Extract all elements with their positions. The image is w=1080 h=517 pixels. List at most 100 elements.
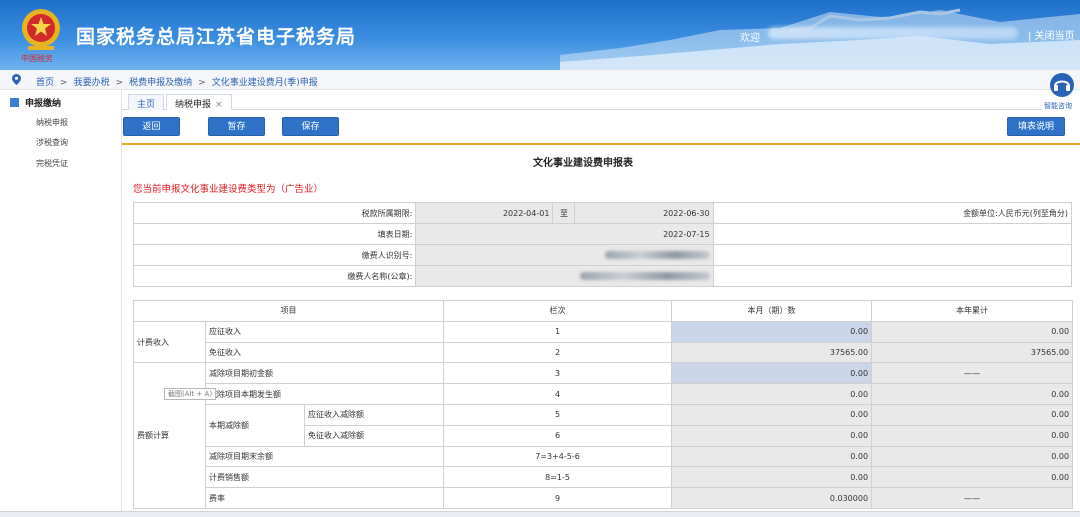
empty-cell — [712, 223, 1073, 245]
row-ytd: 0.00 — [871, 383, 1074, 405]
redacted-user-name — [768, 27, 1018, 39]
row-line: 2 — [443, 341, 673, 364]
period-to-field[interactable]: 2022-06-30 — [574, 202, 714, 224]
breadcrumb-separator: > — [115, 78, 124, 88]
site-header: 中国税务 国家税务总局江苏省电子税务局 欢迎 | 关闭当页 — [0, 0, 1080, 70]
group-taxable-income: 计费收入 — [133, 320, 206, 364]
temp-save-button[interactable]: 暂存 — [208, 117, 265, 136]
tab-label: 纳税申报 — [175, 100, 212, 110]
redacted-taxpayer-id — [604, 251, 710, 259]
row-label: 应征收入减除额 — [303, 403, 445, 426]
row-label: 减除项目本期发生额 — [204, 383, 445, 405]
row-ytd: 0.00 — [871, 424, 1074, 447]
bottom-scrollbar[interactable] — [0, 511, 1080, 517]
sidebar-section-header[interactable]: 申报缴纳 — [10, 96, 61, 109]
row-label: 减除项目期末余额 — [204, 445, 445, 468]
sidebar-item-tax-query[interactable]: 涉税查询 — [36, 137, 68, 148]
redacted-taxpayer-name — [579, 272, 710, 280]
header-item: 项目 — [132, 300, 445, 322]
taxpayer-id-field — [415, 244, 714, 266]
row-ytd: 0.00 — [871, 403, 1074, 426]
table-row: 减除项目本期发生额 4 0.00 0.00 — [134, 383, 1074, 405]
breadcrumb-my-tasks[interactable]: 我要办税 — [74, 78, 110, 88]
row-current-input[interactable]: 0.00 — [671, 320, 873, 343]
row-current-input[interactable]: 0.00 — [671, 362, 873, 385]
fill-instructions-button[interactable]: 填表说明 — [1007, 117, 1065, 136]
table-row: 计费收入 应征收入 1 0.00 0.00 — [133, 320, 1074, 364]
welcome-text: 欢迎 — [740, 33, 760, 44]
sidebar-item-tax-certificate[interactable]: 完税凭证 — [36, 158, 68, 169]
breadcrumb: 首页 > 我要办税 > 税费申报及缴纳 > 文化事业建设费月(季)申报 — [0, 70, 1080, 90]
fee-type-notice: 您当前申报文化事业建设费类型为（广告业） — [133, 184, 324, 195]
row-label: 应征收入 — [204, 320, 445, 343]
row-line: 1 — [443, 320, 673, 343]
tab-tax-filing[interactable]: 纳税申报 × — [166, 94, 232, 110]
breadcrumb-separator: > — [198, 78, 206, 88]
period-from-field[interactable]: 2022-04-01 — [415, 202, 554, 224]
menu-icon — [10, 98, 19, 107]
row-line: 5 — [443, 403, 673, 426]
period-to-label: 至 — [552, 202, 576, 224]
table-row: 免征收入 2 37565.00 37565.00 — [134, 341, 1074, 364]
row-label: 免征收入减除额 — [303, 424, 445, 447]
row-label: 计费销售额 — [204, 466, 445, 489]
row-line: 9 — [443, 487, 673, 509]
header-ytd: 本年累计 — [871, 300, 1074, 322]
row-ytd: 0.00 — [871, 445, 1074, 468]
taxpayer-id-label: 缴费人识别号: — [132, 244, 417, 266]
table-row: 计费销售额 8=1-5 0.00 0.00 — [134, 466, 1074, 489]
fill-date-label: 填表日期: — [132, 223, 417, 245]
tab-home[interactable]: 主页 — [128, 94, 165, 110]
fill-date-field[interactable]: 2022-07-15 — [415, 223, 714, 245]
row-current: 37565.00 — [671, 341, 873, 364]
taxpayer-name-label: 缴费人名称(公章): — [132, 265, 417, 287]
row-line: 7=3+4-5-6 — [443, 445, 673, 468]
row-current: 0.00 — [671, 383, 873, 405]
row-current: 0.00 — [671, 466, 873, 489]
table-row: 减除项目期末余额 7=3+4-5-6 0.00 0.00 — [134, 445, 1074, 468]
row-ytd: 0.00 — [871, 320, 1074, 343]
table-row: 本期减除额 应征收入减除额 5 0.00 0.00 — [134, 403, 1074, 447]
header-current: 本月（期）数 — [671, 300, 873, 322]
row-ytd: 37565.00 — [871, 341, 1074, 364]
sidebar-section-title: 申报缴纳 — [25, 99, 62, 109]
form-title: 文化事业建设费申报表 — [533, 158, 633, 169]
group-deduction: 本期减除额 — [205, 403, 305, 447]
header-line: 栏次 — [443, 300, 673, 322]
headset-icon — [1050, 73, 1074, 97]
row-ytd: 0.00 — [871, 466, 1074, 489]
table-row: 费额计算 减除项目期初金额 3 0.00 —— — [133, 362, 1074, 509]
breadcrumb-home[interactable]: 首页 — [36, 78, 54, 88]
table-row: 费率 9 0.030000 —— — [134, 487, 1074, 509]
save-button[interactable]: 保存 — [282, 117, 339, 136]
tab-bar: 主页 纳税申报 × — [122, 92, 1042, 110]
sidebar: 申报缴纳 纳税申报 涉税查询 完税凭证 — [0, 90, 122, 517]
close-icon[interactable]: × — [215, 100, 223, 110]
row-line: 8=1-5 — [443, 466, 673, 489]
row-label: 免征收入 — [204, 341, 445, 364]
amount-unit: 金额单位:人民币元(列至角分) — [712, 202, 1073, 224]
row-current: 0.00 — [671, 403, 873, 426]
app-window: 中国税务 国家税务总局江苏省电子税务局 欢迎 | 关闭当页 首页 > 我要办税 > 税费… — [0, 0, 1080, 517]
period-label: 税款所属期限: — [132, 202, 417, 224]
breadcrumb-tax-filing[interactable]: 税费申报及缴纳 — [129, 78, 192, 88]
svg-text:中国税务: 中国税务 — [21, 53, 53, 63]
screenshot-tooltip: 截图(Alt + A) — [164, 388, 217, 400]
empty-cell — [712, 265, 1073, 287]
row-label: 费率 — [204, 487, 445, 509]
breadcrumb-separator: > — [60, 78, 68, 88]
declaration-info-table: 税款所属期限: 2022-04-01 至 2022-06-30 金额单位:人民币… — [132, 202, 1073, 287]
divider — [122, 143, 1080, 145]
row-line: 6 — [443, 424, 673, 447]
tax-emblem-logo: 中国税务 — [21, 9, 60, 63]
row-current: 0.030000 — [671, 487, 873, 509]
back-button[interactable]: 返回 — [123, 117, 180, 136]
site-title: 国家税务总局江苏省电子税务局 — [76, 26, 357, 48]
sidebar-item-tax-filing[interactable]: 纳税申报 — [36, 117, 68, 128]
row-line: 4 — [443, 383, 673, 405]
close-page-link[interactable]: | 关闭当页 — [1028, 27, 1075, 42]
smart-consult-label: 智能咨询 — [1044, 102, 1072, 110]
row-line: 3 — [443, 362, 673, 385]
row-current: 0.00 — [671, 445, 873, 468]
row-ytd: —— — [871, 487, 1074, 509]
